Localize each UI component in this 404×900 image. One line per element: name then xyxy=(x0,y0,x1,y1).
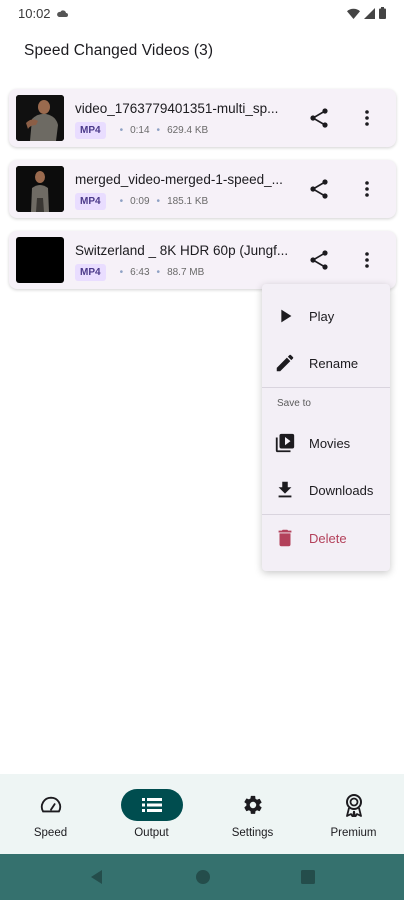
play-icon xyxy=(281,309,292,323)
trash-icon xyxy=(278,529,292,547)
meta-dot: • xyxy=(156,196,161,207)
more-vert-icon[interactable] xyxy=(355,248,379,272)
nav-item-settings[interactable]: Settings xyxy=(202,774,303,854)
edit-icon xyxy=(276,354,294,372)
wifi-icon xyxy=(347,8,360,19)
menu-divider xyxy=(262,387,390,388)
nav-label: Premium xyxy=(330,827,377,839)
meta-dot: • xyxy=(156,125,161,136)
video-duration: 0:14 xyxy=(130,125,150,136)
menu-section-label: Save to xyxy=(277,398,311,409)
system-navigation-bar xyxy=(0,854,404,900)
bottom-navigation: Speed Output Settings Premium xyxy=(0,774,404,854)
menu-item-label: Downloads xyxy=(309,482,374,498)
nav-item-premium[interactable]: Premium xyxy=(303,774,404,854)
video-duration: 0:09 xyxy=(130,196,150,207)
recents-icon[interactable] xyxy=(301,870,315,884)
video-duration: 6:43 xyxy=(130,267,150,278)
video-thumbnail xyxy=(16,166,64,212)
more-vert-icon[interactable] xyxy=(355,106,379,130)
meta-dot: • xyxy=(156,267,161,278)
video-size: 185.1 KB xyxy=(167,196,209,207)
page-title: Speed Changed Videos (3) xyxy=(24,42,214,59)
video-title: merged_video-merged-1-speed_... xyxy=(75,172,283,187)
speedometer-icon xyxy=(40,796,61,813)
video-card[interactable]: merged_video-merged-1-speed_... MP4 • 0:… xyxy=(9,160,396,218)
status-time: 10:02 xyxy=(18,5,51,21)
context-menu: Play Rename Save to Movies Downloads Del… xyxy=(262,284,390,571)
battery-icon xyxy=(379,7,386,19)
video-thumbnail xyxy=(16,237,64,283)
video-card[interactable]: Switzerland _ 8K HDR 60p (Jungf... MP4 •… xyxy=(9,231,396,289)
nav-item-speed[interactable]: Speed xyxy=(0,774,101,854)
meta-dot: • xyxy=(119,125,124,136)
nav-icon-container xyxy=(120,789,183,821)
nav-item-output[interactable]: Output xyxy=(101,774,202,854)
format-badge: MP4 xyxy=(75,122,106,139)
status-bar: 10:02 xyxy=(0,0,404,26)
video-title: video_1763779401351-multi_sp... xyxy=(75,101,279,116)
nav-label: Speed xyxy=(33,827,68,839)
share-icon[interactable] xyxy=(307,106,331,130)
nav-icon-container xyxy=(323,789,385,821)
video-meta: MP4 • 0:14 • 629.4 KB xyxy=(75,122,208,139)
share-icon[interactable] xyxy=(307,177,331,201)
back-icon[interactable] xyxy=(89,869,105,885)
video-title: Switzerland _ 8K HDR 60p (Jungf... xyxy=(75,243,289,258)
signal-icon xyxy=(364,7,375,19)
cloud-icon xyxy=(56,9,68,17)
share-icon[interactable] xyxy=(307,248,331,272)
video-meta: MP4 • 0:09 • 185.1 KB xyxy=(75,193,208,210)
home-icon[interactable] xyxy=(195,869,211,885)
award-icon xyxy=(345,794,362,817)
format-badge: MP4 xyxy=(75,264,106,281)
video-size: 629.4 KB xyxy=(167,125,209,136)
format-badge: MP4 xyxy=(75,193,106,210)
menu-item-movies[interactable]: Movies xyxy=(262,420,390,466)
menu-item-downloads[interactable]: Downloads xyxy=(262,467,390,513)
meta-dot: • xyxy=(119,196,124,207)
menu-item-rename[interactable]: Rename xyxy=(262,340,390,386)
video-card[interactable]: video_1763779401351-multi_sp... MP4 • 0:… xyxy=(9,89,396,147)
download-icon xyxy=(278,481,292,498)
list-icon xyxy=(141,798,162,812)
menu-item-label: Rename xyxy=(309,355,359,371)
nav-label: Settings xyxy=(231,827,274,839)
nav-icon-container xyxy=(20,789,82,821)
video-library-icon xyxy=(275,433,295,453)
meta-dot: • xyxy=(119,267,124,278)
nav-label: Output xyxy=(134,827,169,839)
nav-icon-container xyxy=(222,789,284,821)
menu-item-label: Movies xyxy=(309,435,351,451)
more-vert-icon[interactable] xyxy=(355,177,379,201)
menu-item-play[interactable]: Play xyxy=(262,293,390,339)
menu-item-delete[interactable]: Delete xyxy=(262,515,390,561)
video-thumbnail xyxy=(16,95,64,141)
menu-item-label: Delete xyxy=(309,530,347,546)
video-meta: MP4 • 6:43 • 88.7 MB xyxy=(75,264,204,281)
gear-icon xyxy=(243,795,262,814)
video-size: 88.7 MB xyxy=(167,267,205,278)
menu-item-label: Play xyxy=(309,308,335,324)
